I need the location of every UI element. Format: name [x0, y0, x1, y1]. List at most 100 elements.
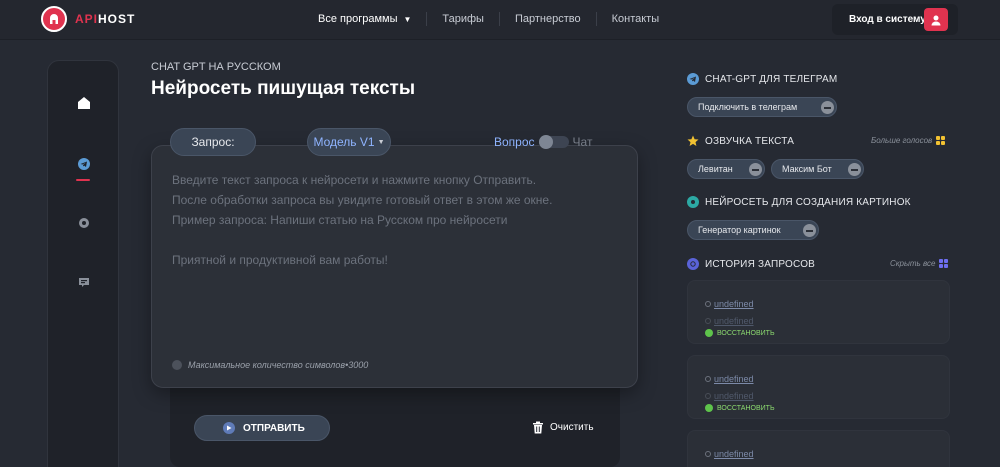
nav-tariffs[interactable]: Тарифы — [427, 13, 499, 25]
login-label: Вход в систему — [849, 14, 926, 25]
send-button[interactable]: ОТПРАВИТЬ — [194, 415, 330, 441]
chat-bubble-icon — [79, 218, 89, 228]
history-item: undefined undefined ВОССТАНОВИТЬ — [687, 280, 950, 344]
query-placeholder: Введите текст запроса к нейросети и нажм… — [172, 173, 553, 267]
history-dot-icon — [705, 451, 711, 457]
star-icon — [687, 135, 699, 147]
history-item: undefined — [687, 430, 950, 467]
nav-partnership[interactable]: Партнерство — [500, 13, 596, 25]
query-label: Запрос: — [191, 135, 235, 149]
history-item-title[interactable]: undefined — [705, 299, 754, 309]
chevron-down-icon: ▼ — [377, 138, 385, 146]
nav-all-programs[interactable]: Все программы ▼ — [308, 13, 426, 25]
user-icon — [924, 8, 948, 31]
voice-section-label: ОЗВУЧКА ТЕКСТА — [705, 135, 795, 147]
logo[interactable]: APIHOST — [41, 6, 135, 32]
telegram-section-title: CHAT-GPT ДЛЯ ТЕЛЕГРАМ — [687, 73, 837, 85]
page-eyebrow: CHAT GPT НА РУССКОМ — [151, 61, 281, 73]
max-chars-info: Максимальное количество символов • 3000 — [172, 360, 368, 370]
model-select-value: Модель V1 — [313, 135, 375, 149]
voice-chip-levitan[interactable]: Левитан — [687, 159, 765, 179]
query-label-pill: Запрос: — [170, 128, 256, 156]
grid-icon — [936, 136, 946, 145]
voice-chip-maksim[interactable]: Максим Бот — [771, 159, 864, 179]
images-section-title: НЕЙРОСЕТЬ ДЛЯ СОЗДАНИЯ КАРТИНОК — [687, 196, 911, 208]
voice-section-title: ОЗВУЧКА ТЕКСТА — [687, 135, 794, 147]
send-label: ОТПРАВИТЬ — [243, 422, 305, 434]
rail-home-button[interactable] — [72, 91, 96, 115]
trash-icon — [533, 421, 543, 434]
restore-icon — [705, 404, 713, 412]
max-chars-label: Максимальное количество символов — [188, 360, 346, 370]
logo-wordmark: APIHOST — [75, 12, 135, 26]
mode-toggle-chat[interactable]: Чат — [573, 135, 593, 149]
mode-toggle-knob — [538, 135, 553, 149]
connect-telegram-chip[interactable]: Подключить в телеграм — [687, 97, 837, 117]
image-generator-icon — [687, 196, 699, 208]
history-item-title-text: undefined — [714, 374, 754, 384]
voice-chip-label: Максим Бот — [782, 164, 832, 174]
restore-button[interactable]: ВОССТАНОВИТЬ — [705, 404, 775, 412]
telegram-icon — [687, 73, 699, 85]
history-section-label: ИСТОРИЯ ЗАПРОСОВ — [705, 258, 816, 270]
grid-icon — [939, 259, 949, 268]
mode-toggle-switch[interactable] — [538, 135, 569, 149]
image-generator-label: Генератор картинок — [698, 225, 781, 235]
history-item-title[interactable]: undefined — [705, 374, 754, 384]
images-section-label: НЕЙРОСЕТЬ ДЛЯ СОЗДАНИЯ КАРТИНОК — [705, 196, 911, 208]
model-select[interactable]: Модель V1 ▼ — [307, 128, 391, 156]
connect-telegram-label: Подключить в телеграм — [698, 102, 798, 112]
rail-active-indicator — [76, 179, 90, 181]
chevron-down-icon: ▼ — [403, 15, 412, 24]
history-dot-icon — [705, 393, 711, 399]
rail-telegram-button[interactable] — [72, 152, 96, 176]
history-icon — [687, 258, 699, 270]
logo-host: HOST — [98, 12, 136, 26]
rail-chat-button[interactable] — [72, 211, 96, 235]
more-voices-link[interactable]: Больше голосов — [871, 136, 946, 145]
mode-toggle-question[interactable]: Вопрос — [494, 135, 535, 149]
nav-all-programs-label: Все программы — [318, 13, 398, 25]
history-item-title[interactable]: undefined — [705, 449, 754, 459]
history-item-subtitle-text: undefined — [714, 391, 754, 401]
minus-icon[interactable] — [848, 163, 861, 176]
clear-label: Очистить — [550, 422, 594, 433]
logo-icon — [41, 6, 67, 32]
history-item-subtitle-text: undefined — [714, 316, 754, 326]
history-item-title-text: undefined — [714, 449, 754, 459]
restore-button[interactable]: ВОССТАНОВИТЬ — [705, 329, 775, 337]
restore-label: ВОССТАНОВИТЬ — [717, 404, 775, 412]
history-dot-icon — [705, 376, 711, 382]
telegram-icon — [78, 158, 90, 170]
nav-contacts[interactable]: Контакты — [597, 13, 675, 25]
telegram-section-label: CHAT-GPT ДЛЯ ТЕЛЕГРАМ — [705, 73, 838, 85]
rail-message-button[interactable] — [72, 270, 96, 294]
hide-all-label: Скрыть все — [890, 259, 936, 268]
history-item-subtitle: undefined — [705, 316, 754, 326]
history-dot-icon — [705, 301, 711, 307]
history-item-title-text: undefined — [714, 299, 754, 309]
info-dot-icon — [172, 360, 182, 370]
image-generator-chip[interactable]: Генератор картинок — [687, 220, 819, 240]
page-title: Нейросеть пишущая тексты — [151, 78, 416, 99]
minus-icon[interactable] — [803, 224, 816, 237]
top-header: APIHOST Все программы ▼ Тарифы Партнерств… — [0, 0, 1000, 40]
mode-toggle: Вопрос Чат — [494, 135, 592, 149]
hide-all-link[interactable]: Скрыть все — [890, 259, 949, 268]
message-icon — [79, 278, 89, 287]
voice-chip-label: Левитан — [698, 164, 733, 174]
restore-icon — [705, 329, 713, 337]
history-item-subtitle: undefined — [705, 391, 754, 401]
clear-button[interactable]: Очистить — [532, 421, 594, 434]
more-voices-label: Больше голосов — [871, 136, 933, 145]
history-item: undefined undefined ВОССТАНОВИТЬ — [687, 355, 950, 419]
minus-icon[interactable] — [749, 163, 762, 176]
history-section-title: ИСТОРИЯ ЗАПРОСОВ — [687, 258, 815, 270]
minus-icon[interactable] — [821, 101, 834, 114]
login-button[interactable]: Вход в систему — [832, 4, 958, 35]
restore-label: ВОССТАНОВИТЬ — [717, 329, 775, 337]
left-rail — [47, 60, 119, 467]
main-nav: Все программы ▼ Тарифы Партнерство Контак… — [308, 12, 674, 26]
max-chars-value: 3000 — [348, 360, 369, 370]
history-dot-icon — [705, 318, 711, 324]
